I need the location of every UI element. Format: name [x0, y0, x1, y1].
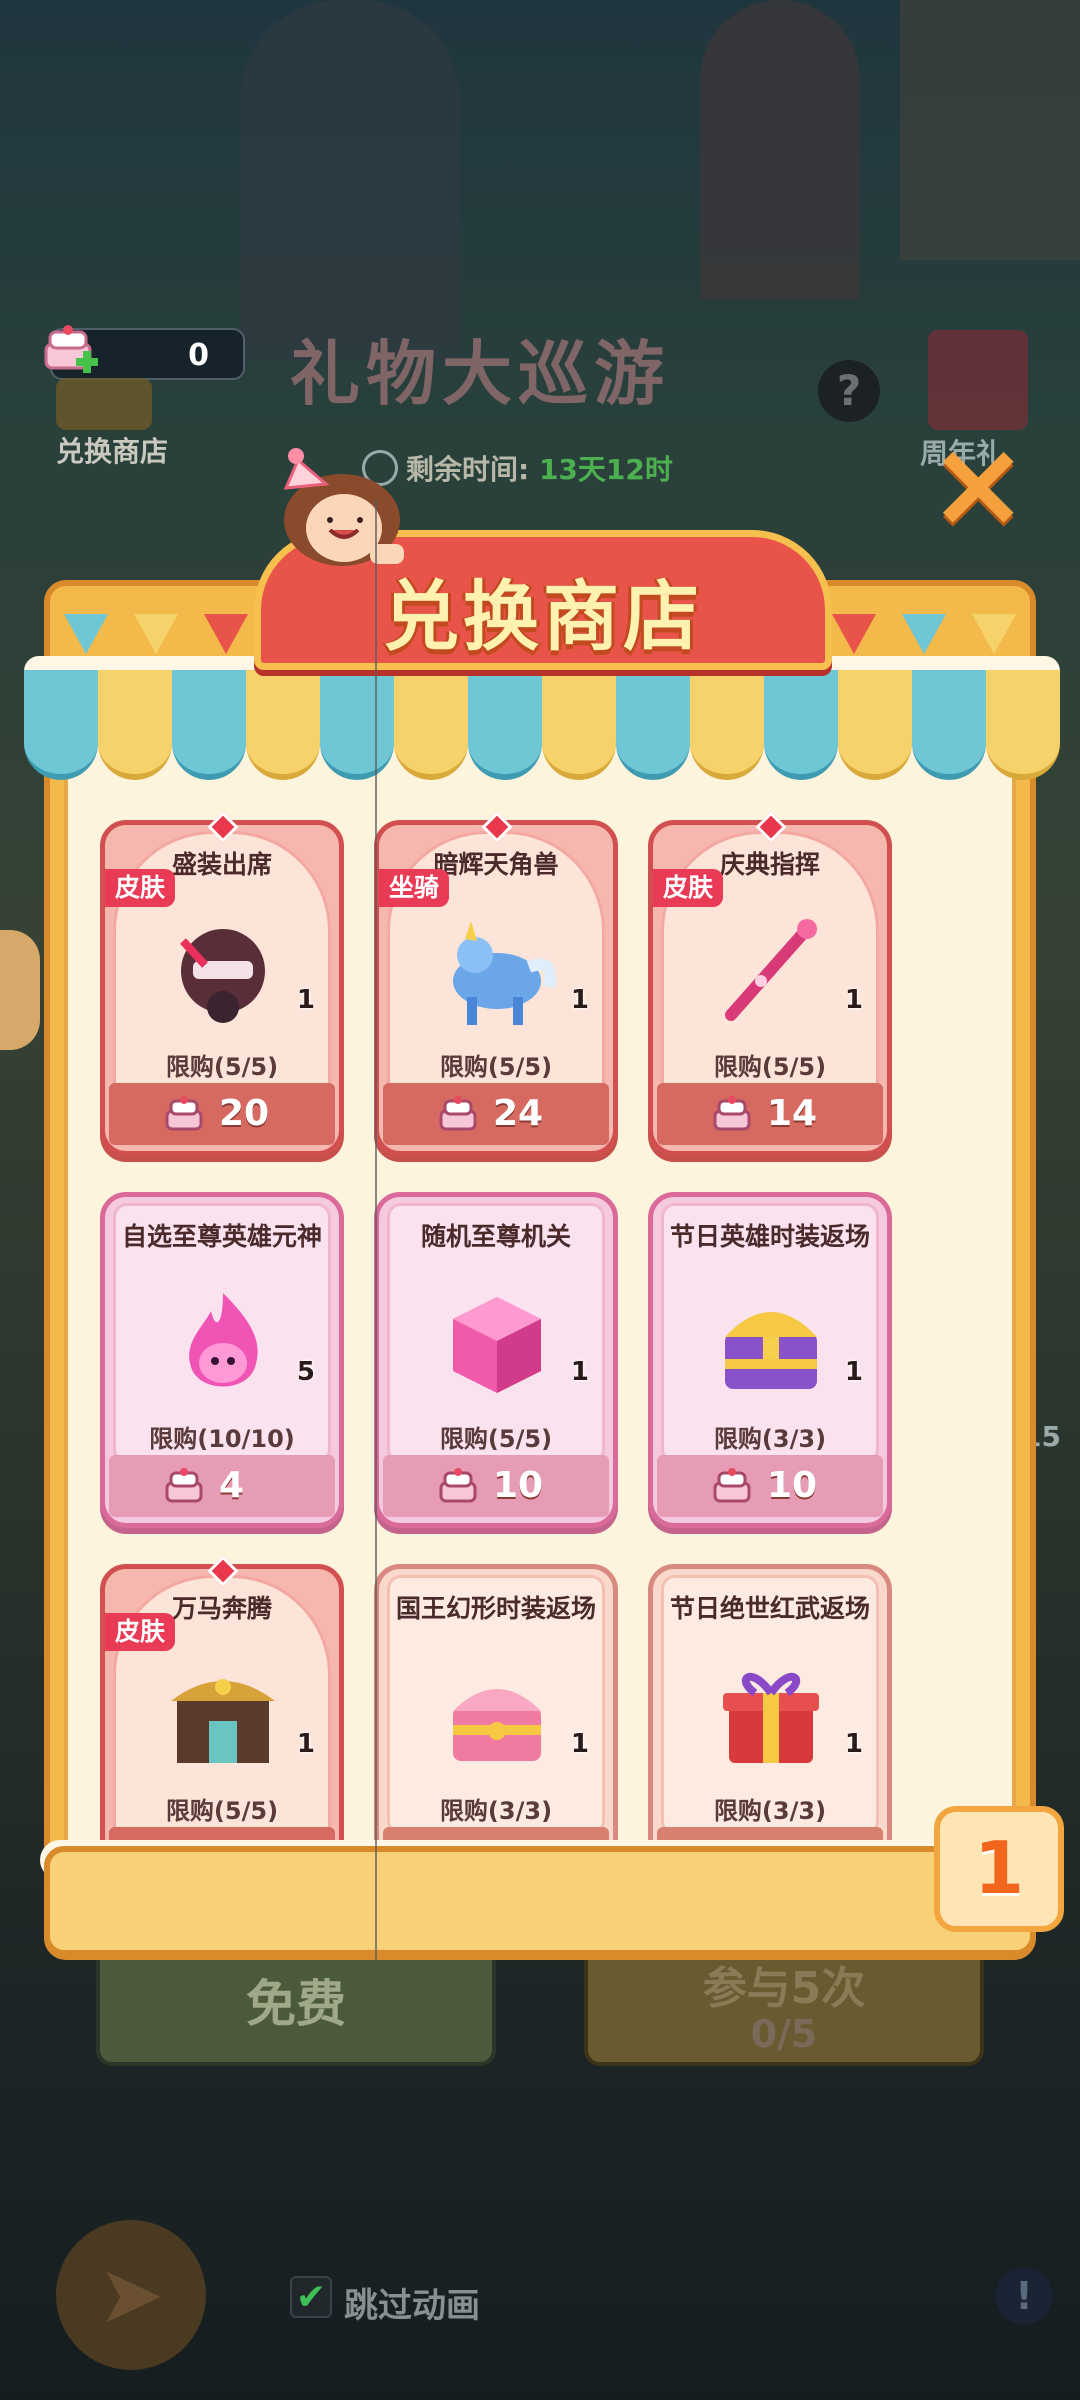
purchase-limit: 限购(5/5) [713, 1053, 827, 1081]
gold-chest-icon [725, 1312, 817, 1389]
purchase-limit: 限购(10/10) [149, 1425, 295, 1453]
shop-item-card[interactable]: 盛装出席 皮肤 1 限购(5/5) 20 [100, 820, 344, 1156]
item-name: 节日英雄时装返场 [669, 1222, 870, 1251]
item-name: 随机至尊机关 [420, 1222, 571, 1251]
price-button[interactable]: 20 [383, 1827, 609, 1840]
striped-awning [24, 670, 1060, 780]
price-value: 10 [493, 1465, 544, 1506]
info-icon[interactable]: ! [996, 2268, 1052, 2324]
pink-cube-icon [453, 1297, 541, 1393]
price-button[interactable]: 24 [109, 1827, 335, 1840]
shop-item-card[interactable]: 随机至尊机关 1 限购(5/5) 10 [374, 1192, 618, 1528]
item-tag-badge: 皮肤 [105, 869, 175, 907]
purchase-limit: 限购(5/5) [165, 1797, 279, 1825]
purchase-limit: 限购(3/3) [713, 1425, 827, 1453]
price-button[interactable]: 24 [383, 1083, 609, 1145]
cake-currency-icon [44, 325, 98, 373]
join-progress: 0/5 [750, 2012, 818, 2056]
pink-chest-icon [453, 1689, 541, 1761]
item-tag-badge: 皮肤 [653, 869, 723, 907]
price-value: 24 [493, 1093, 544, 1134]
spirit-flame-icon [189, 1293, 258, 1387]
item-quantity: 1 [296, 985, 315, 1015]
item-quantity: 1 [570, 1357, 589, 1387]
shop-item-card[interactable]: 庆典指挥 皮肤 1 限购(5/5) 14 [648, 820, 892, 1156]
shop-title: 兑换商店 [383, 572, 703, 661]
price-button[interactable]: 20 [109, 1083, 335, 1145]
unicorn-mount-icon [453, 921, 556, 1025]
price-button[interactable]: 10 [383, 1455, 609, 1517]
cake-currency-icon [165, 1096, 203, 1131]
baton-skin-icon [725, 919, 817, 1021]
cake-currency-value: 0 [188, 338, 209, 373]
item-quantity: 1 [570, 1729, 589, 1759]
price-button[interactable]: 14 [657, 1083, 883, 1145]
price-value: 10 [767, 1465, 818, 1506]
gift-box-icon [723, 1672, 819, 1763]
purchase-limit: 限购(5/5) [165, 1053, 279, 1081]
cake-level-badge: 1 [934, 1806, 1064, 1932]
cake-currency-icon [713, 1468, 751, 1503]
event-title: 礼物大巡游 [290, 333, 670, 415]
shop-item-card[interactable]: 万马奔腾皮肤1限购(5/5)24 [100, 1564, 344, 1840]
help-icon[interactable]: ? [818, 360, 880, 422]
exchange-shop-label: 兑换商店 [55, 435, 168, 468]
item-quantity: 1 [296, 1729, 315, 1759]
price-button[interactable]: 14 [657, 1827, 883, 1840]
shop-item-card[interactable]: 节日绝世红武返场 1 限购(3/3) 14 [648, 1564, 892, 1840]
purchase-limit: 限购(5/5) [439, 1053, 553, 1081]
item-quantity: 1 [570, 985, 589, 1015]
cake-currency-icon [439, 1468, 477, 1503]
price-button[interactable]: 4 [109, 1455, 335, 1517]
shop-item-card[interactable]: 节日英雄时装返场 1 限购(3/3) 10 [648, 1192, 892, 1528]
side-avatar[interactable] [0, 930, 40, 1050]
shop-bottom-bar [44, 1846, 1036, 1956]
item-name: 自选至尊英雄元神 [121, 1222, 322, 1251]
price-value: 20 [219, 1093, 270, 1134]
join-five-label: 参与5次 [702, 1963, 866, 2014]
close-button[interactable]: × [928, 425, 1029, 545]
item-name: 节日绝世红武返场 [669, 1594, 870, 1623]
back-arrow-icon[interactable]: ➤ [56, 2220, 206, 2370]
skip-animation-checkbox[interactable]: ✔ [290, 2276, 332, 2318]
gate-skin-icon [171, 1679, 275, 1763]
purchase-limit: 限购(3/3) [713, 1797, 827, 1825]
item-tag-badge: 坐骑 [379, 869, 449, 907]
shop-item-card[interactable]: 自选至尊英雄元神 5 限购(10/10) 4 [100, 1192, 344, 1528]
cake-currency-icon [713, 1096, 751, 1131]
purchase-limit: 限购(3/3) [439, 1797, 553, 1825]
countdown-label: 剩余时间: [406, 453, 530, 486]
skip-animation-label: 跳过动画 [344, 2286, 480, 2326]
item-quantity: 5 [296, 1357, 315, 1387]
item-name: 国王幻形时装返场 [395, 1594, 596, 1623]
divider-line [375, 500, 377, 1960]
exchange-shop-icon[interactable] [56, 378, 152, 430]
shop-item-grid: 盛装出席 皮肤 1 限购(5/5) 20 暗辉天角兽 坐骑 1 限购(5/5) 24 庆典指挥 皮肤 1… [64, 790, 1016, 1840]
countdown-value: 13天12时 [538, 453, 673, 486]
item-quantity: 1 [844, 1357, 863, 1387]
hero-skin-icon [180, 929, 265, 1023]
shop-item-card[interactable]: 国王幻形时装返场 1 限购(3/3) 20 [374, 1564, 618, 1840]
item-tag-badge: 皮肤 [105, 1613, 175, 1651]
price-value: 14 [767, 1093, 818, 1134]
price-button[interactable]: 10 [657, 1455, 883, 1517]
mascot-party-hat-icon [283, 448, 404, 566]
item-quantity: 1 [844, 985, 863, 1015]
cake-level-value: 1 [973, 1826, 1025, 1910]
item-quantity: 1 [844, 1729, 863, 1759]
shop-item-card[interactable]: 暗辉天角兽 坐骑 1 限购(5/5) 24 [374, 820, 618, 1156]
cake-currency-icon [439, 1096, 477, 1131]
price-value: 4 [219, 1465, 245, 1506]
purchase-limit: 限购(5/5) [439, 1425, 553, 1453]
cake-currency-icon [165, 1468, 203, 1503]
